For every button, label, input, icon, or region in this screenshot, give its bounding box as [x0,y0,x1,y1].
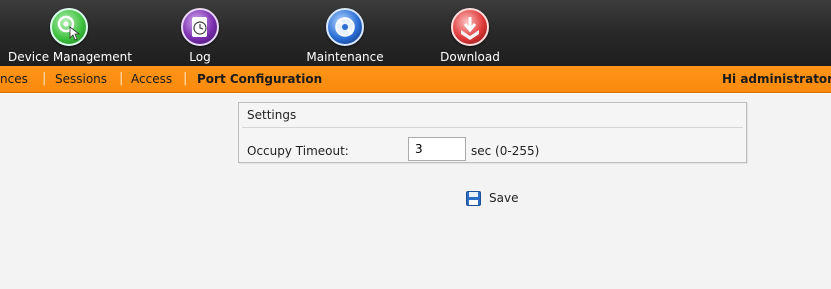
save-label: Save [489,191,519,205]
nav-item-port-configuration[interactable]: Port Configuration [197,72,322,86]
download-icon [451,8,489,46]
toolbar-label: Log [189,50,211,64]
panel-divider [242,127,743,128]
save-button[interactable]: Save [466,189,526,209]
nav-item-sessions[interactable]: Sessions [55,72,107,86]
maintenance-icon [326,8,364,46]
nav-separator: | [183,71,188,86]
toolbar-log[interactable]: Log [170,0,230,66]
main-toolbar: Device Management Log Maintenance Downlo… [0,0,831,66]
toolbar-label: Download [440,50,500,64]
settings-panel: Settings Occupy Timeout: sec (0-255) [238,102,747,163]
panel-title: Settings [247,108,297,122]
nav-item-access[interactable]: Access [131,72,172,86]
toolbar-download[interactable]: Download [425,0,515,66]
occupy-timeout-label: Occupy Timeout: [247,144,349,158]
section-nav-bar: nces | Sessions | Access | Port Configur… [0,66,831,93]
nav-separator: | [119,71,124,86]
device-management-icon [50,8,88,46]
occupy-timeout-input[interactable] [408,137,466,161]
user-greeting: Hi administrator, [722,72,831,86]
toolbar-label: Maintenance [306,50,384,64]
occupy-timeout-hint: sec (0-255) [471,144,540,158]
toolbar-label: Device Management [8,50,132,64]
log-icon [181,8,219,46]
toolbar-device-management[interactable]: Device Management [0,0,140,66]
main-content: Settings Occupy Timeout: sec (0-255) Sav… [0,94,831,289]
nav-item-preferences[interactable]: nces [0,72,28,86]
nav-separator: | [42,71,47,86]
floppy-disk-icon [466,191,481,206]
toolbar-maintenance[interactable]: Maintenance [290,0,400,66]
